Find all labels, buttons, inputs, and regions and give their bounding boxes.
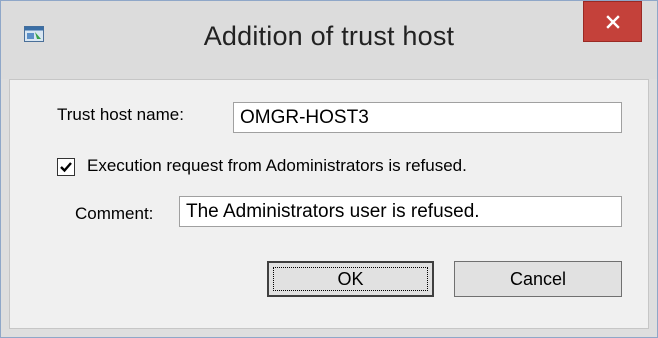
ok-button[interactable]: OK <box>267 261 434 297</box>
title-bar[interactable]: Addition of trust host <box>1 1 657 79</box>
execution-refused-label[interactable]: Execution request from Adoministrators i… <box>87 156 467 176</box>
comment-label: Comment: <box>75 204 154 223</box>
comment-input[interactable]: The Administrators user is refused. <box>179 196 622 227</box>
checkmark-icon <box>60 162 72 173</box>
execution-refused-checkbox[interactable] <box>57 158 75 176</box>
trust-host-name-label: Trust host name: <box>57 105 184 124</box>
dialog-body: Trust host name: OMGR-HOST3 Execution re… <box>9 79 649 329</box>
cancel-button-label: Cancel <box>509 269 567 289</box>
close-icon <box>606 15 620 29</box>
cancel-button[interactable]: Cancel <box>454 261 622 297</box>
dialog-window: Addition of trust host Trust host name: … <box>0 0 658 338</box>
window-title: Addition of trust host <box>203 21 455 51</box>
trust-host-name-input[interactable]: OMGR-HOST3 <box>233 102 622 133</box>
ok-button-label: OK <box>337 269 364 289</box>
close-button[interactable] <box>583 1 642 42</box>
